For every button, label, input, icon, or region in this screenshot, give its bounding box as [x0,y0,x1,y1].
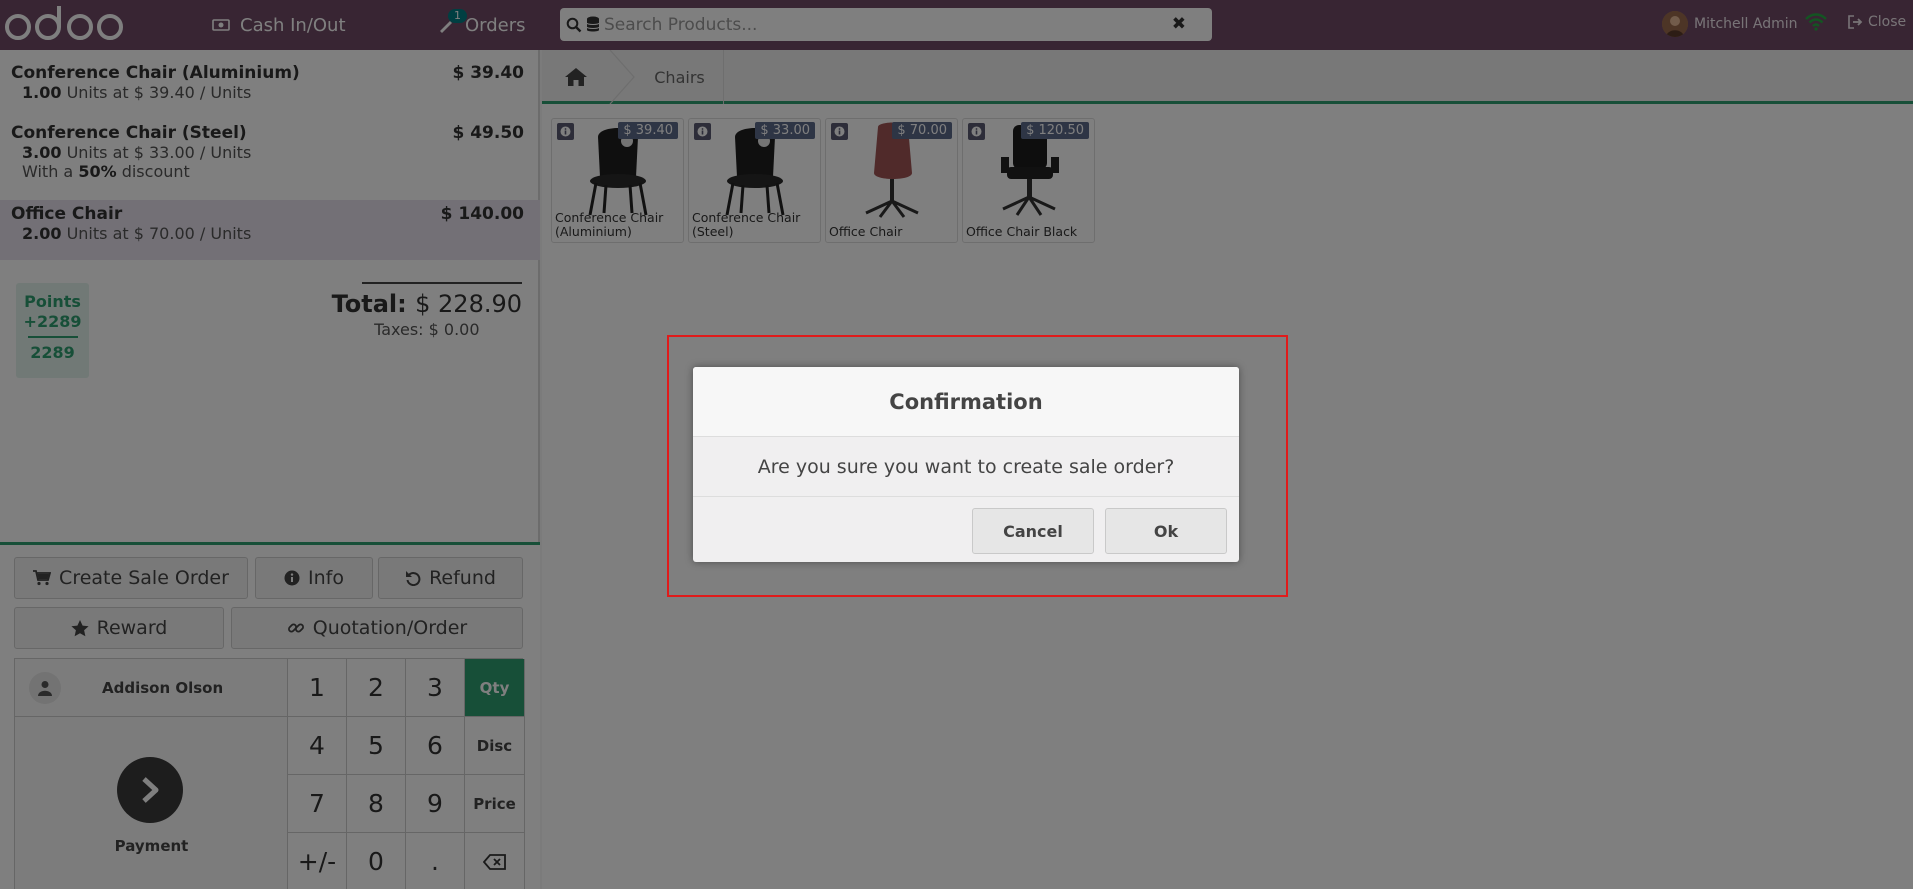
ok-button[interactable]: Ok [1105,508,1227,554]
dialog-message: Are you sure you want to create sale ord… [693,437,1239,497]
confirmation-dialog: Confirmation Are you sure you want to cr… [693,367,1239,562]
dialog-title: Confirmation [693,367,1239,437]
cancel-button[interactable]: Cancel [972,508,1094,554]
